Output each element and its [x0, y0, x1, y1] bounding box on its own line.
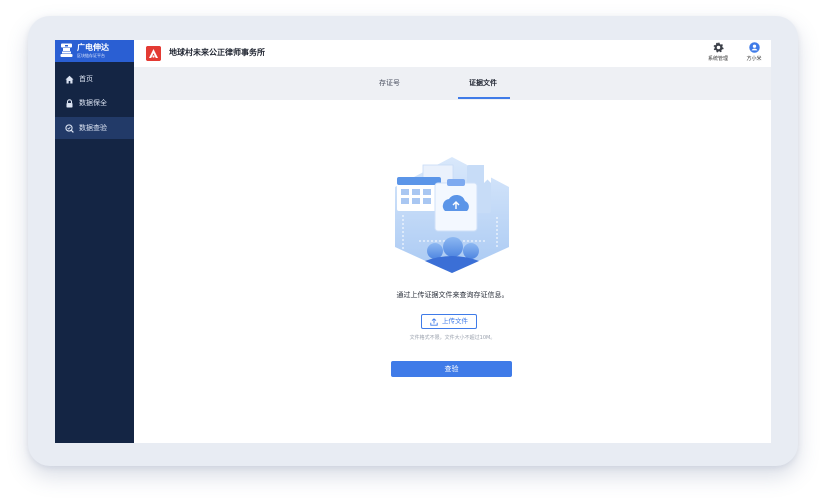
upload-illustration: [395, 157, 509, 273]
upload-icon: [430, 318, 438, 326]
active-tab-indicator: [458, 97, 510, 99]
system-management-label: 系统管理: [707, 56, 728, 62]
brand-name: 广电伸达: [77, 43, 109, 52]
org-logo-icon: [146, 46, 161, 61]
home-icon: [65, 75, 74, 84]
sidebar-item-label: 首页: [79, 75, 93, 83]
sidebar-item-label: 数据保全: [79, 99, 107, 107]
brand-logo-icon: [60, 43, 73, 57]
org-title: 地球村未来公正律师事务所: [169, 48, 265, 57]
upload-file-label: 上传文件: [442, 317, 468, 325]
instruction-text: 通过上传证据文件来查询存证信息。: [396, 291, 509, 299]
search-check-icon: [65, 124, 74, 133]
upload-file-button[interactable]: 上传文件: [421, 314, 477, 329]
top-header: 地球村未来公正律师事务所 系统管理 方小米: [134, 40, 771, 67]
user-avatar-icon: [748, 42, 760, 53]
sidebar-item-data-preservation[interactable]: 数据保全: [55, 92, 134, 114]
sidebar-item-label: 数据查验: [79, 124, 107, 132]
tab-bar: 存证号 证据文件: [134, 67, 771, 100]
sidebar-item-home[interactable]: 首页: [55, 68, 134, 90]
verify-button[interactable]: 查验: [391, 361, 512, 377]
brand-subtitle: 区块链存证平台: [77, 53, 105, 58]
system-management-button[interactable]: 系统管理: [700, 42, 736, 66]
brand-header: 广电伸达 区块链存证平台: [55, 40, 134, 62]
gear-icon: [713, 42, 724, 53]
sidebar: 广电伸达 区块链存证平台 首页 数据保全 数据查验: [55, 40, 134, 443]
user-name: 方小米: [746, 56, 762, 62]
file-limit-hint: 文件格式不限，文件大小不超过10M。: [409, 335, 496, 341]
lock-icon: [66, 99, 73, 108]
app-window: 广电伸达 区块链存证平台 首页 数据保全 数据查验 地球村未来公正律师事务所 系…: [55, 40, 771, 443]
sidebar-item-data-verification[interactable]: 数据查验: [55, 117, 134, 139]
user-menu-button[interactable]: 方小米: [736, 42, 771, 66]
tab-certificate-number[interactable]: 存证号: [379, 78, 400, 88]
tab-evidence-file[interactable]: 证据文件: [469, 78, 497, 88]
